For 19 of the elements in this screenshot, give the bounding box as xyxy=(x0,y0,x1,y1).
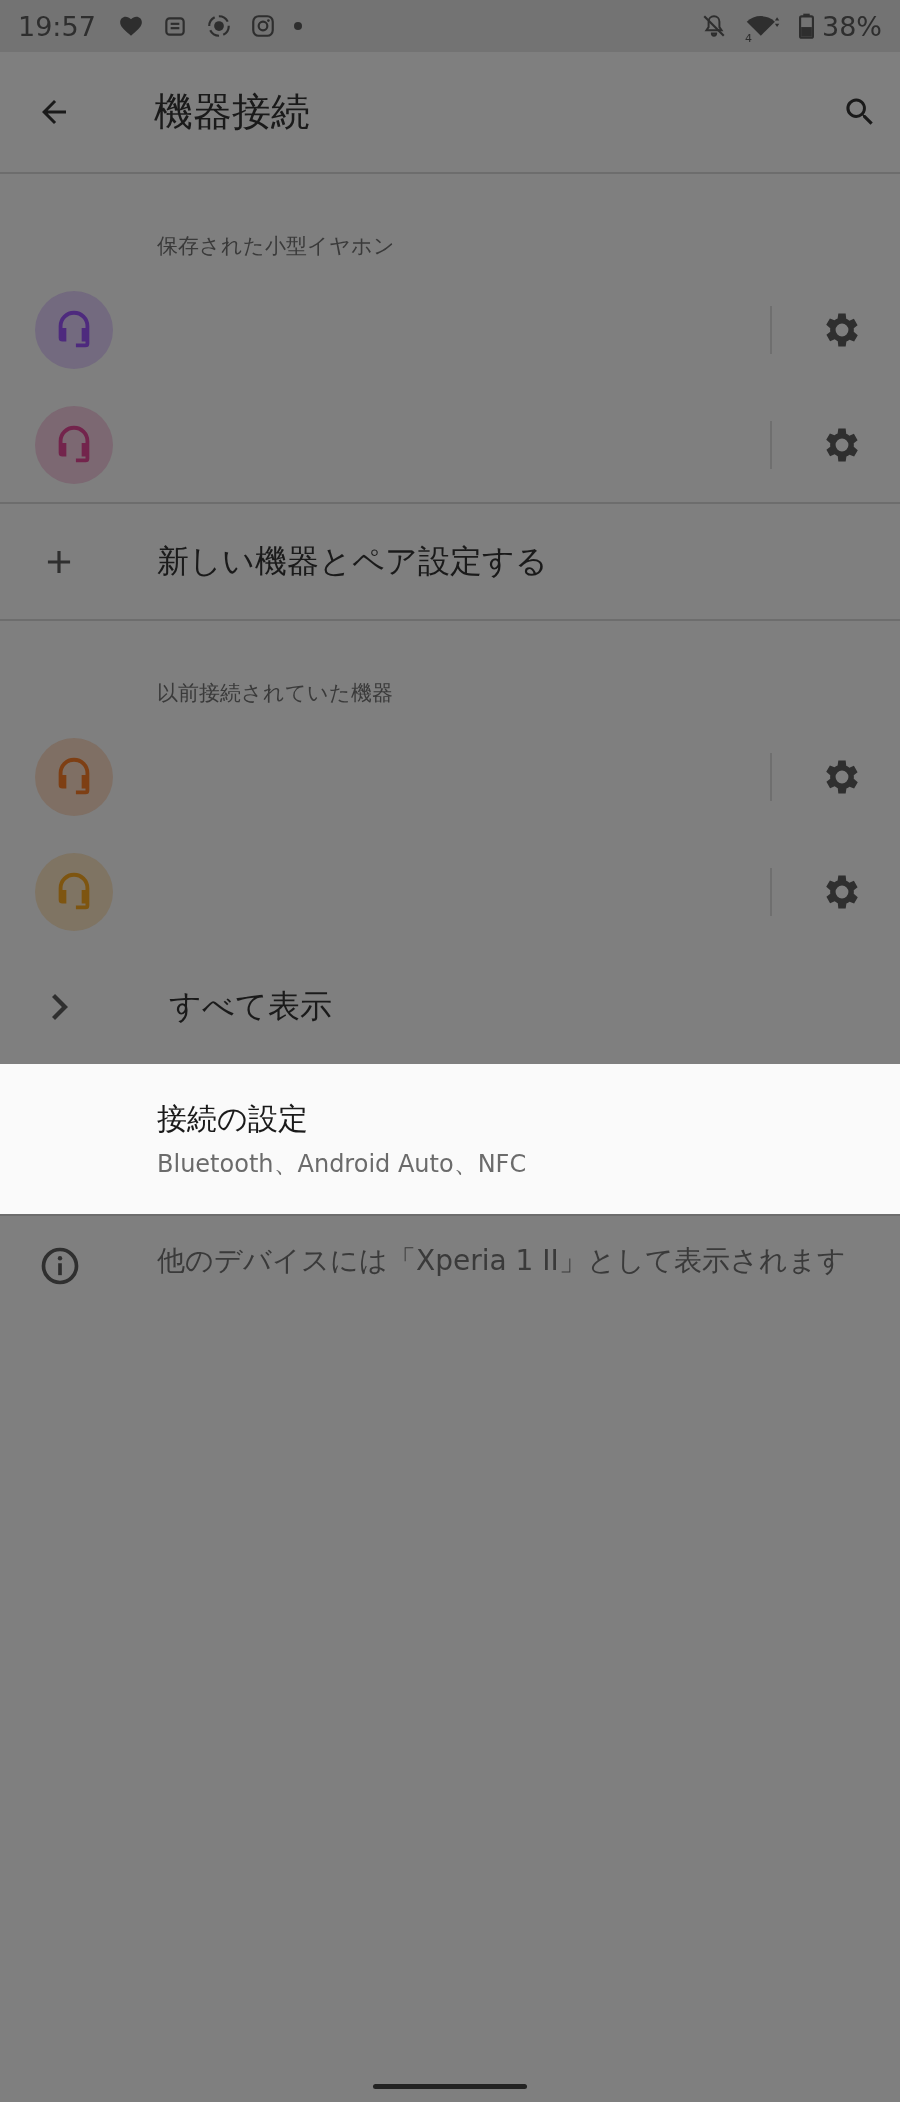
network-type-label: 4 xyxy=(745,32,752,45)
navigation-handle[interactable] xyxy=(373,2084,527,2089)
section-header: 以前接続されていた機器 xyxy=(156,680,394,707)
status-time: 19:57 xyxy=(18,10,96,42)
record-icon xyxy=(205,13,232,39)
bell-off-icon xyxy=(701,13,727,39)
dot-icon xyxy=(293,22,302,30)
battery-percent: 38% xyxy=(822,10,882,42)
screen-title: 機器接続 xyxy=(154,88,311,136)
camera-icon xyxy=(249,13,276,39)
section-header: 保存された小型イヤホン xyxy=(156,233,396,260)
chevron-icon xyxy=(52,993,68,1020)
list-item[interactable]: すべて表示 xyxy=(0,949,900,1064)
item-summary: Bluetooth、Android Auto、NFC xyxy=(157,1148,528,1180)
highlighted-list-item[interactable]: 接続の設定 Bluetooth、Android Auto、NFC xyxy=(0,1064,900,1214)
list-item[interactable]: 新しい機器とペア設定する xyxy=(0,504,900,619)
battery-icon xyxy=(799,13,814,39)
item-title: 接続の設定 xyxy=(157,1099,309,1138)
device-name-note: 他のデバイスには「Xperia 1 II」として表示されます xyxy=(157,1244,846,1278)
